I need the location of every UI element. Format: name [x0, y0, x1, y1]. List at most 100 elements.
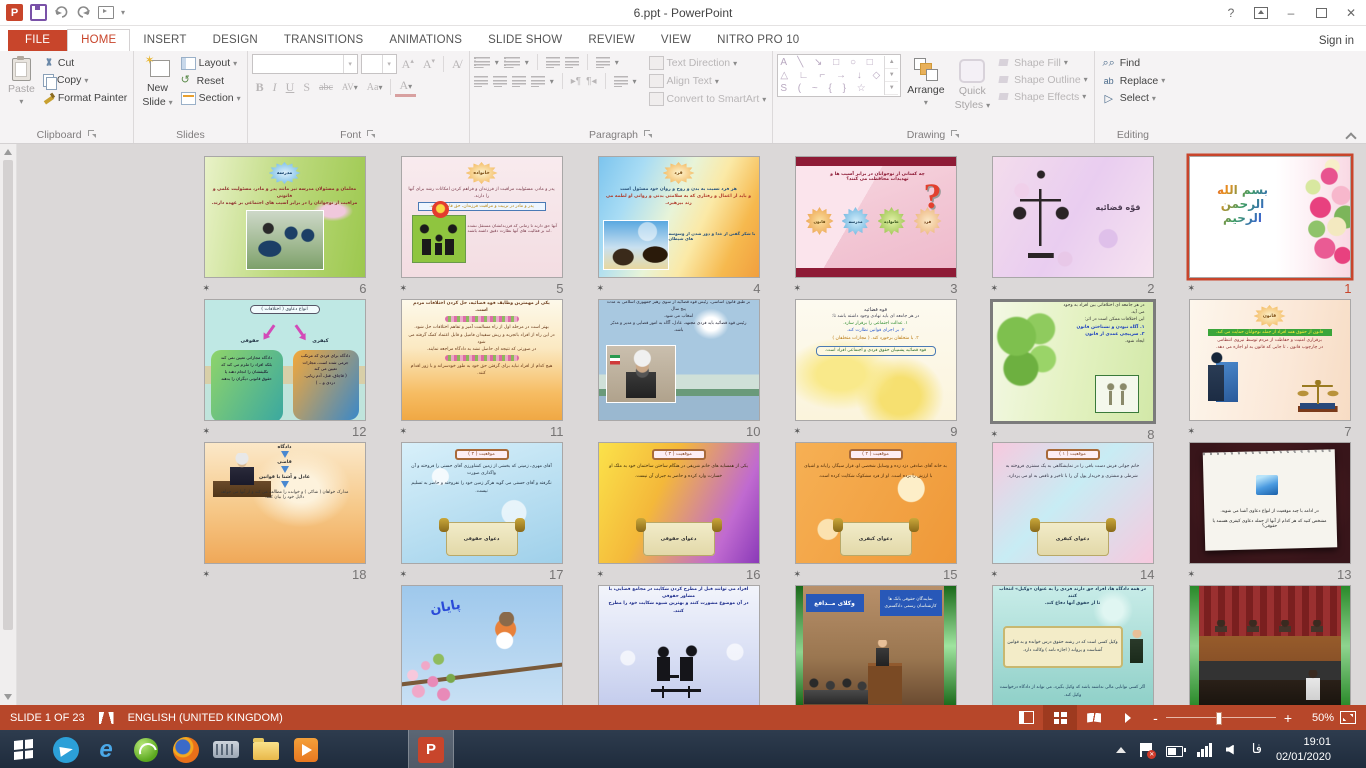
volume-icon[interactable]: [1226, 745, 1234, 755]
font-dialog-launcher[interactable]: [367, 130, 376, 139]
text-direction-button[interactable]: Text Direction▾: [647, 55, 769, 71]
change-case-button[interactable]: Aa▾: [363, 81, 387, 94]
undo-icon[interactable]: [54, 6, 69, 19]
slide-thumbnail-2[interactable]: قوّه قضائیه: [992, 156, 1154, 278]
taskbar-internet-explorer[interactable]: e: [86, 730, 126, 768]
format-painter-button[interactable]: Format Painter: [41, 90, 129, 105]
battery-icon[interactable]: [1166, 746, 1183, 757]
arrange-button[interactable]: Arrange ▾: [903, 54, 948, 109]
slide-thumbnail-10[interactable]: بر طبق قانون اساسی، رئیس قوه قضائیه از س…: [598, 299, 760, 421]
tab-home[interactable]: HOME: [67, 29, 130, 51]
font-color-button[interactable]: A▾: [395, 77, 416, 97]
slide-sorter-view-button[interactable]: [1043, 705, 1077, 730]
select-button[interactable]: ▷ Select▾: [1099, 90, 1168, 106]
font-size-combo[interactable]: ▾: [361, 54, 397, 74]
tab-nitro-pro[interactable]: NITRO PRO 10: [704, 30, 812, 51]
slide-thumbnail-20[interactable]: در همه دادگاه ها، افراد حق دارند فردی را…: [992, 585, 1154, 705]
taskbar-green-app[interactable]: [126, 730, 166, 768]
shape-fill-button[interactable]: Shape Fill▾: [996, 55, 1090, 70]
zoom-out-button[interactable]: -: [1153, 711, 1158, 725]
decrease-indent-icon[interactable]: [546, 56, 560, 68]
help-button[interactable]: ?: [1216, 0, 1246, 25]
font-name-combo[interactable]: ▾: [252, 54, 358, 74]
tab-insert[interactable]: INSERT: [130, 30, 199, 51]
section-button[interactable]: Section▾: [179, 90, 243, 106]
quick-styles-button[interactable]: Quick Styles ▾: [951, 54, 995, 113]
ribbon-display-options-button[interactable]: [1246, 0, 1276, 25]
reading-view-button[interactable]: [1077, 705, 1111, 730]
find-button[interactable]: ⌕⌕ Find: [1099, 55, 1168, 71]
slide-thumbnail-19[interactable]: [1189, 585, 1351, 705]
tab-design[interactable]: DESIGN: [200, 30, 271, 51]
language-indicator[interactable]: فا: [1252, 742, 1262, 757]
taskbar-telegram[interactable]: [46, 730, 86, 768]
slide-show-button[interactable]: [1111, 705, 1145, 730]
bullets-icon[interactable]: [474, 56, 490, 68]
tab-transitions[interactable]: TRANSITIONS: [271, 30, 377, 51]
copy-button[interactable]: Copy ▾: [41, 72, 129, 88]
replace-button[interactable]: ab Replace▾: [1099, 73, 1168, 88]
taskbar-file-explorer[interactable]: [246, 730, 286, 768]
line-spacing-icon[interactable]: [596, 56, 610, 68]
character-spacing-button[interactable]: AV▾: [338, 81, 362, 93]
fit-slide-to-window-button[interactable]: [1340, 711, 1356, 724]
shapes-row-3[interactable]: S ( ~ { } ☆: [780, 82, 884, 95]
customize-qat-icon[interactable]: ▾: [121, 8, 125, 17]
minimize-button[interactable]: –: [1276, 0, 1306, 25]
restore-button[interactable]: [1306, 0, 1336, 25]
text-shadow-button[interactable]: S: [299, 79, 314, 96]
rtl-direction-icon[interactable]: ¶◂: [586, 76, 596, 87]
slide-thumbnail-15[interactable]: موقعیت ( ۲ )به خانه آقای صادقی دزد زده و…: [795, 442, 957, 564]
start-button[interactable]: [0, 730, 46, 768]
zoom-percentage[interactable]: 50%: [1300, 712, 1334, 724]
slide-thumbnail-5[interactable]: خانوادهپدر و مادر، مسئولیت مراقبت از فرز…: [401, 156, 563, 278]
shape-effects-button[interactable]: Shape Effects▾: [996, 89, 1090, 104]
shapes-row-1[interactable]: A ╲ ↘ □ ○ □: [780, 56, 884, 69]
clear-formatting-button[interactable]: A̸: [448, 56, 465, 73]
columns-icon[interactable]: [614, 75, 628, 87]
tab-animations[interactable]: ANIMATIONS: [376, 30, 475, 51]
normal-view-button[interactable]: [1009, 705, 1043, 730]
paragraph-dialog-launcher[interactable]: [644, 130, 653, 139]
slide-thumbnail-11[interactable]: یکی از مهمترین وظایف قوه قضائیه، حل کردن…: [401, 299, 563, 421]
bold-button[interactable]: B: [252, 79, 268, 96]
zoom-slider[interactable]: [1166, 717, 1276, 719]
slide-thumbnail-18[interactable]: دادگاهقاضیعادل و آشنا با قوانینمدارک خوا…: [204, 442, 366, 564]
clipboard-dialog-launcher[interactable]: [88, 130, 97, 139]
network-signal-icon[interactable]: [1197, 743, 1212, 757]
slide-thumbnail-22[interactable]: افراد می توانند قبل از مطرح کردن شکایت د…: [598, 585, 760, 705]
slide-thumbnail-3[interactable]: چه کسانی از نوجوانان در برابر آسیب ها و …: [795, 156, 957, 278]
new-slide-button[interactable]: New Slide ▾: [138, 54, 176, 110]
slide-thumbnail-14[interactable]: موقعیت ( ۱ )خانم جوانی فرش دست بافی را د…: [992, 442, 1154, 564]
language-status[interactable]: ENGLISH (UNITED KINGDOM): [128, 712, 283, 724]
italic-button[interactable]: I: [269, 79, 281, 96]
zoom-slider-thumb[interactable]: [1216, 712, 1222, 725]
close-button[interactable]: ✕: [1336, 0, 1366, 25]
tab-slideshow[interactable]: SLIDE SHOW: [475, 30, 575, 51]
scrollbar-thumb[interactable]: [3, 160, 13, 630]
justify-icon[interactable]: [531, 75, 545, 87]
shapes-scrollbar[interactable]: ▲▼▼: [884, 56, 898, 95]
slide-thumbnail-23[interactable]: پایان: [401, 585, 563, 705]
scroll-up-arrow[interactable]: [4, 149, 12, 155]
layout-button[interactable]: Layout▾: [179, 55, 243, 71]
increase-indent-icon[interactable]: [565, 56, 579, 68]
slide-thumbnail-21[interactable]: نمایندگان حقوقی بانک ها کارشناسان رسمی د…: [795, 585, 957, 705]
slide-thumbnail-4[interactable]: فردهر فرد نسبت به بدن و روح و روان خود م…: [598, 156, 760, 278]
scroll-down-arrow[interactable]: [4, 694, 12, 700]
collapse-ribbon-button[interactable]: [1346, 132, 1356, 140]
underline-button[interactable]: U: [282, 79, 299, 96]
ltr-direction-icon[interactable]: ▸¶: [571, 76, 581, 87]
grow-font-button[interactable]: A▴: [398, 56, 418, 73]
sign-in-link[interactable]: Sign in: [1319, 35, 1354, 47]
convert-smartart-button[interactable]: Convert to SmartArt▾: [647, 91, 769, 107]
vertical-scrollbar[interactable]: [0, 144, 17, 705]
slide-thumbnail-1[interactable]: بسم الله الرحمن الرحیم: [1189, 156, 1351, 278]
slide-thumbnail-16[interactable]: موقعیت ( ۳ )یکی از همسایه های خانم شریفی…: [598, 442, 760, 564]
zoom-in-button[interactable]: +: [1284, 711, 1292, 725]
reset-button[interactable]: Reset: [179, 73, 243, 88]
taskbar-powerpoint-active[interactable]: P: [408, 730, 454, 768]
numbering-icon[interactable]: [504, 56, 520, 68]
slide-thumbnail-7[interactable]: قانونقانون از حقوق همه افراد از جمله نوج…: [1189, 299, 1351, 421]
shapes-row-2[interactable]: △ ∟ ⌐ → ↓ ◇: [780, 69, 884, 82]
